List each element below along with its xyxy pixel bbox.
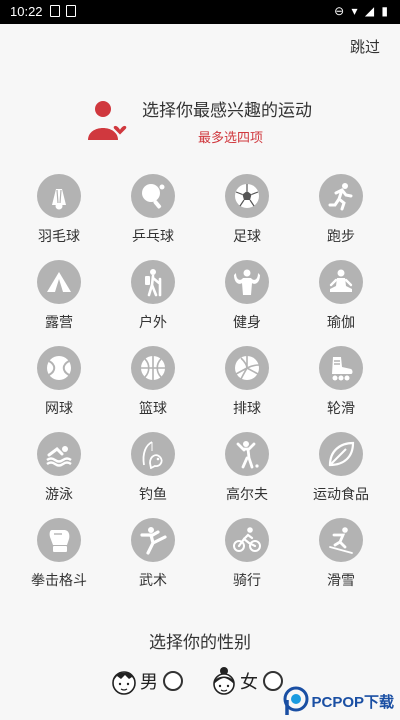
skiing-icon [329,527,353,554]
sport-item-running[interactable]: 跑步 [294,174,388,260]
sport-item-fishing[interactable]: 钓鱼 [106,432,200,518]
sport-item-table-tennis[interactable]: 乒乓球 [106,174,200,260]
watermark: PCPOP下载 [283,686,394,716]
sport-label: 武术 [139,573,167,589]
sport-label: 露营 [45,315,73,331]
sport-item-yoga[interactable]: 瑜伽 [294,260,388,346]
gender-label: 女 [240,672,258,693]
sport-label: 乒乓球 [132,229,174,245]
male-radio[interactable] [163,671,183,691]
sport-label: 羽毛球 [38,229,80,245]
sport-label: 钓鱼 [139,487,167,503]
roller-skate-icon [332,357,353,381]
golf-icon [236,441,259,469]
sport-item-basketball[interactable]: 篮球 [106,346,200,432]
sport-label: 健身 [233,315,261,331]
sport-item-roller-skating[interactable]: 轮滑 [294,346,388,432]
sport-label: 篮球 [139,401,167,417]
gender-label: 男 [140,672,158,693]
sport-label: 高尔夫 [226,487,268,503]
female-radio[interactable] [263,671,283,691]
sport-item-fitness[interactable]: 健身 [200,260,294,346]
sport-label: 轮滑 [327,401,355,417]
app-notification-icon [66,5,76,17]
status-time: 10:22 [10,4,43,19]
gender-option-female[interactable]: 女 [210,666,283,696]
sport-label: 跑步 [327,229,355,245]
sport-label: 网球 [45,401,73,417]
pcpop-logo-icon [283,686,309,715]
martial-arts-icon [140,527,167,555]
sport-item-badminton[interactable]: 羽毛球 [12,174,106,260]
gender-option-male[interactable]: 男 [110,666,183,696]
leaf-icon [328,441,355,467]
boy-face-icon [112,671,136,695]
swimming-icon [46,446,72,467]
hiking-icon [145,269,162,297]
sport-label: 游泳 [45,487,73,503]
sport-item-golf[interactable]: 高尔夫 [200,432,294,518]
sport-item-cycling[interactable]: 骑行 [200,518,294,604]
image-notification-icon [50,5,60,17]
fishing-icon [142,441,163,469]
sport-label: 户外 [139,315,167,331]
sport-label: 瑜伽 [327,315,355,331]
status-bar: 10:22 ⊖ ▾ ◢ ▮ [0,0,400,24]
sport-item-sports-food[interactable]: 运动食品 [294,432,388,518]
yoga-icon [329,269,353,292]
cycling-icon [233,527,261,552]
sport-item-boxing[interactable]: 拳击格斗 [12,518,106,604]
sports-grid: 羽毛球 乒乓球 足球 跑步 露营 户外 健身 瑜伽 网球 篮球 排球 轮滑 游泳… [12,174,388,604]
soccer-icon [235,184,259,208]
tennis-ball-icon [47,356,71,380]
sport-item-tennis[interactable]: 网球 [12,346,106,432]
volleyball-icon [235,356,260,380]
system-icons: ⊖ ▾ ◢ ▮ [334,4,390,18]
sport-item-soccer[interactable]: 足球 [200,174,294,260]
sport-label: 排球 [233,401,261,417]
watermark-text: PCPOP下载 [311,693,394,711]
sport-item-camping[interactable]: 露营 [12,260,106,346]
basketball-icon [141,356,165,380]
sport-label: 滑雪 [327,573,355,589]
sport-item-volleyball[interactable]: 排球 [200,346,294,432]
selection-limit-hint: 最多选四项 [198,131,264,146]
bodybuilding-icon [234,269,260,295]
sport-item-outdoor[interactable]: 户外 [106,260,200,346]
gender-title: 选择你的性别 [149,633,251,653]
sport-label: 拳击格斗 [31,573,87,589]
running-icon [328,183,353,211]
table-tennis-icon [142,184,165,209]
tent-icon [47,272,71,292]
girl-face-icon [213,667,235,695]
sport-item-skiing[interactable]: 滑雪 [294,518,388,604]
person-heart-icon [88,101,129,140]
sport-item-martial-arts[interactable]: 武术 [106,518,200,604]
boxing-glove-icon [49,530,70,552]
sport-label: 骑行 [233,573,261,589]
sport-item-swimming[interactable]: 游泳 [12,432,106,518]
skip-button[interactable]: 跳过 [350,36,380,57]
sport-label: 足球 [233,229,261,245]
sport-label: 运动食品 [313,487,369,503]
page-title: 选择你最感兴趣的运动 [142,101,312,121]
badminton-icon [52,189,66,210]
